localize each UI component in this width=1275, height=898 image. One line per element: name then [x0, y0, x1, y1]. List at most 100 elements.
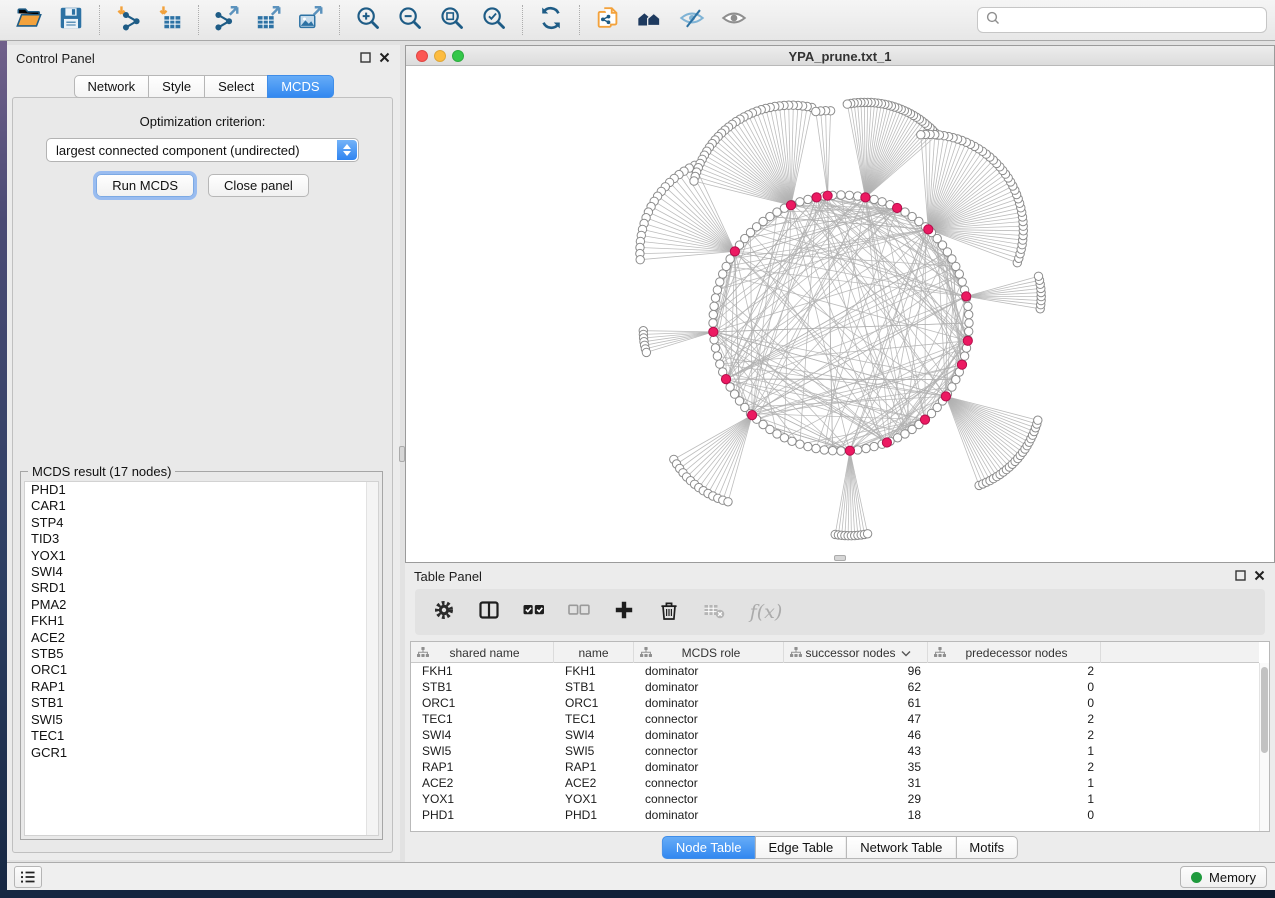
mcds-result-item[interactable]: STB1: [25, 695, 378, 711]
cell-predecessor-nodes[interactable]: 2: [928, 727, 1101, 743]
clone-network-button[interactable]: [587, 3, 629, 37]
vertical-splitter-grip[interactable]: [399, 446, 405, 462]
search-input[interactable]: [1006, 13, 1258, 28]
unselect-all-columns-button[interactable]: [566, 599, 592, 625]
cell-shared-name[interactable]: PHD1: [411, 807, 554, 823]
export-image-button[interactable]: [290, 3, 332, 37]
cell-shared-name[interactable]: SWI5: [411, 743, 554, 759]
cell-successor-nodes[interactable]: 62: [784, 679, 928, 695]
column-header-name[interactable]: name: [554, 642, 634, 663]
table-row[interactable]: TEC1TEC1connector472: [411, 711, 1259, 727]
column-header-successor-nodes[interactable]: successor nodes: [784, 642, 928, 663]
save-session-button[interactable]: [50, 3, 92, 37]
mcds-result-item[interactable]: ORC1: [25, 662, 378, 678]
cell-name[interactable]: SWI5: [554, 743, 634, 759]
table-row[interactable]: ACE2ACE2connector311: [411, 775, 1259, 791]
mcds-result-item[interactable]: PMA2: [25, 597, 378, 613]
cell-successor-nodes[interactable]: 61: [784, 695, 928, 711]
cell-predecessor-nodes[interactable]: 2: [928, 711, 1101, 727]
table-row[interactable]: PHD1PHD1dominator180: [411, 807, 1259, 823]
close-panel-icon[interactable]: [378, 51, 391, 64]
mcds-result-item[interactable]: SWI5: [25, 712, 378, 728]
mcds-result-item[interactable]: ACE2: [25, 630, 378, 646]
mcds-result-item[interactable]: SWI4: [25, 564, 378, 580]
import-table-button[interactable]: [149, 3, 191, 37]
export-network-button[interactable]: [206, 3, 248, 37]
tab-node-table[interactable]: Node Table: [662, 836, 756, 859]
zoom-fit-button[interactable]: [431, 3, 473, 37]
zoom-out-button[interactable]: [389, 3, 431, 37]
tab-select[interactable]: Select: [204, 75, 268, 98]
mcds-result-item[interactable]: FKH1: [25, 613, 378, 629]
cell-shared-name[interactable]: ORC1: [411, 695, 554, 711]
cell-predecessor-nodes[interactable]: 2: [928, 759, 1101, 775]
show-all-button[interactable]: [713, 3, 755, 37]
mcds-result-item[interactable]: PHD1: [25, 482, 378, 498]
cell-name[interactable]: YOX1: [554, 791, 634, 807]
cell-shared-name[interactable]: RAP1: [411, 759, 554, 775]
network-graph[interactable]: [406, 66, 1274, 562]
cell-predecessor-nodes[interactable]: 1: [928, 775, 1101, 791]
mcds-result-item[interactable]: GCR1: [25, 745, 378, 761]
cell-shared-name[interactable]: TEC1: [411, 711, 554, 727]
table-row[interactable]: SWI5SWI5connector431: [411, 743, 1259, 759]
cell-name[interactable]: STB1: [554, 679, 634, 695]
mcds-result-item[interactable]: YOX1: [25, 548, 378, 564]
cell-MCDS-role[interactable]: dominator: [634, 727, 784, 743]
close-panel-button[interactable]: Close panel: [208, 174, 309, 197]
tab-style[interactable]: Style: [148, 75, 205, 98]
tab-motifs[interactable]: Motifs: [955, 836, 1018, 859]
cell-predecessor-nodes[interactable]: 0: [928, 695, 1101, 711]
cell-predecessor-nodes[interactable]: 0: [928, 679, 1101, 695]
first-neighbors-button[interactable]: [629, 3, 671, 37]
refresh-layout-button[interactable]: [530, 3, 572, 37]
cell-successor-nodes[interactable]: 31: [784, 775, 928, 791]
cell-MCDS-role[interactable]: dominator: [634, 679, 784, 695]
network-window-titlebar[interactable]: YPA_prune.txt_1: [406, 46, 1274, 66]
cell-MCDS-role[interactable]: dominator: [634, 663, 784, 679]
hide-selected-button[interactable]: [671, 3, 713, 37]
cell-name[interactable]: RAP1: [554, 759, 634, 775]
mcds-result-item[interactable]: TID3: [25, 531, 378, 547]
settings-gear-button[interactable]: [431, 599, 457, 625]
table-row[interactable]: ORC1ORC1dominator610: [411, 695, 1259, 711]
cell-successor-nodes[interactable]: 29: [784, 791, 928, 807]
cell-MCDS-role[interactable]: connector: [634, 711, 784, 727]
cell-successor-nodes[interactable]: 47: [784, 711, 928, 727]
cell-shared-name[interactable]: SWI4: [411, 727, 554, 743]
mcds-result-item[interactable]: CAR1: [25, 498, 378, 514]
tab-network-table[interactable]: Network Table: [846, 836, 956, 859]
cell-name[interactable]: ORC1: [554, 695, 634, 711]
network-canvas[interactable]: [406, 66, 1274, 562]
tab-network[interactable]: Network: [73, 75, 149, 98]
column-header-shared-name[interactable]: shared name: [411, 642, 554, 663]
cell-predecessor-nodes[interactable]: 1: [928, 791, 1101, 807]
table-row[interactable]: FKH1FKH1dominator962: [411, 663, 1259, 679]
select-all-columns-button[interactable]: [521, 599, 547, 625]
table-row[interactable]: STB1STB1dominator620: [411, 679, 1259, 695]
cell-MCDS-role[interactable]: connector: [634, 743, 784, 759]
cell-successor-nodes[interactable]: 43: [784, 743, 928, 759]
task-history-button[interactable]: [14, 866, 42, 888]
split-view-button[interactable]: [476, 599, 502, 625]
horizontal-splitter-grip[interactable]: [834, 555, 846, 561]
memory-button[interactable]: Memory: [1180, 866, 1267, 888]
table-scrollbar[interactable]: [1259, 663, 1269, 831]
table-row[interactable]: SWI4SWI4dominator462: [411, 727, 1259, 743]
export-table-button[interactable]: [248, 3, 290, 37]
run-mcds-button[interactable]: Run MCDS: [96, 174, 194, 197]
cell-name[interactable]: SWI4: [554, 727, 634, 743]
cell-MCDS-role[interactable]: dominator: [634, 695, 784, 711]
delete-column-button[interactable]: [656, 599, 682, 625]
cell-MCDS-role[interactable]: dominator: [634, 759, 784, 775]
cell-name[interactable]: PHD1: [554, 807, 634, 823]
cell-shared-name[interactable]: ACE2: [411, 775, 554, 791]
cell-successor-nodes[interactable]: 18: [784, 807, 928, 823]
zoom-in-button[interactable]: [347, 3, 389, 37]
zoom-selected-button[interactable]: [473, 3, 515, 37]
mcds-result-item[interactable]: TEC1: [25, 728, 378, 744]
cell-MCDS-role[interactable]: connector: [634, 791, 784, 807]
table-row[interactable]: YOX1YOX1connector291: [411, 791, 1259, 807]
mcds-list-scrollbar[interactable]: [366, 482, 378, 835]
mcds-result-item[interactable]: SRD1: [25, 580, 378, 596]
